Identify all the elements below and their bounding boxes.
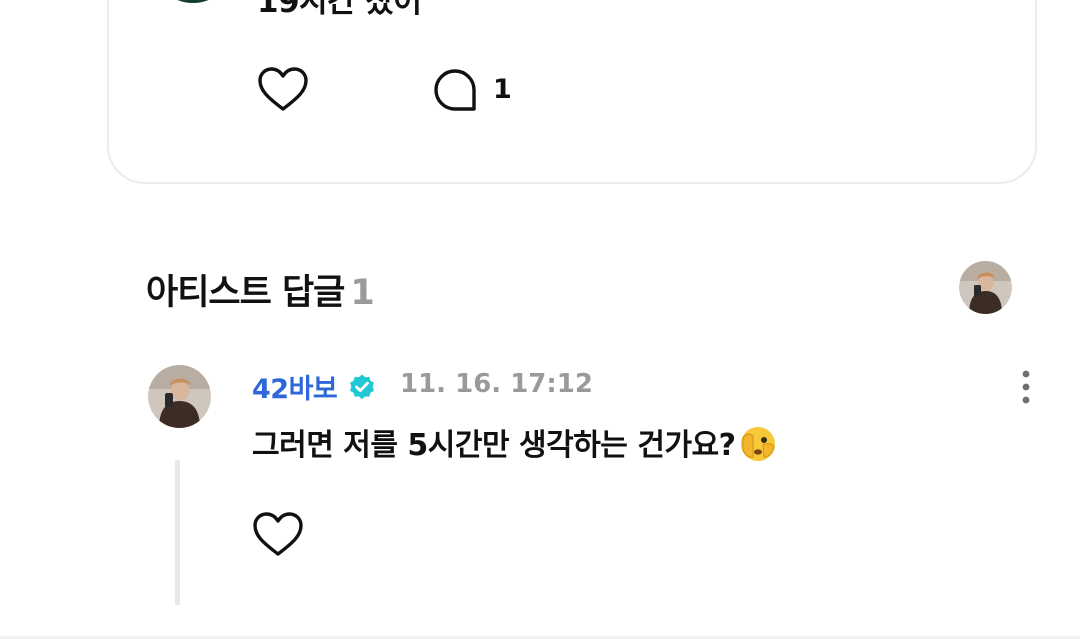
peeking-eye-emoji-icon (740, 427, 775, 461)
post-card: 19시간 잤어 1 (107, 0, 1037, 184)
heart-icon[interactable] (252, 511, 304, 559)
speech-bubble-icon[interactable] (433, 68, 477, 112)
artist-reply-screen: 19시간 잤어 1 아티스트 답글 1 42바보 11. 16. 17:12 그… (0, 0, 1080, 639)
post-author-avatar[interactable] (151, 0, 235, 3)
artist-replies-label: 아티스트 답글 (146, 273, 345, 313)
reply-timestamp: 11. 16. 17:12 (400, 369, 593, 399)
verified-badge-icon (350, 374, 374, 400)
reply-text: 그러면 저를 5시간만 생각하는 건가요? (252, 420, 778, 464)
post-text: 19시간 잤어 (257, 0, 422, 20)
heart-icon[interactable] (257, 66, 309, 114)
reply-author-avatar[interactable] (148, 365, 211, 428)
more-vertical-icon[interactable] (1010, 368, 1042, 406)
reply-message: 그러면 저를 5시간만 생각하는 건가요? (252, 428, 736, 463)
comment-count: 1 (493, 74, 512, 105)
reply-author-name[interactable]: 42바보 (252, 367, 338, 406)
artist-avatar[interactable] (959, 261, 1012, 314)
thread-line (175, 460, 180, 605)
artist-replies-title: 아티스트 답글 1 (146, 264, 375, 315)
artist-replies-count: 1 (350, 273, 374, 313)
